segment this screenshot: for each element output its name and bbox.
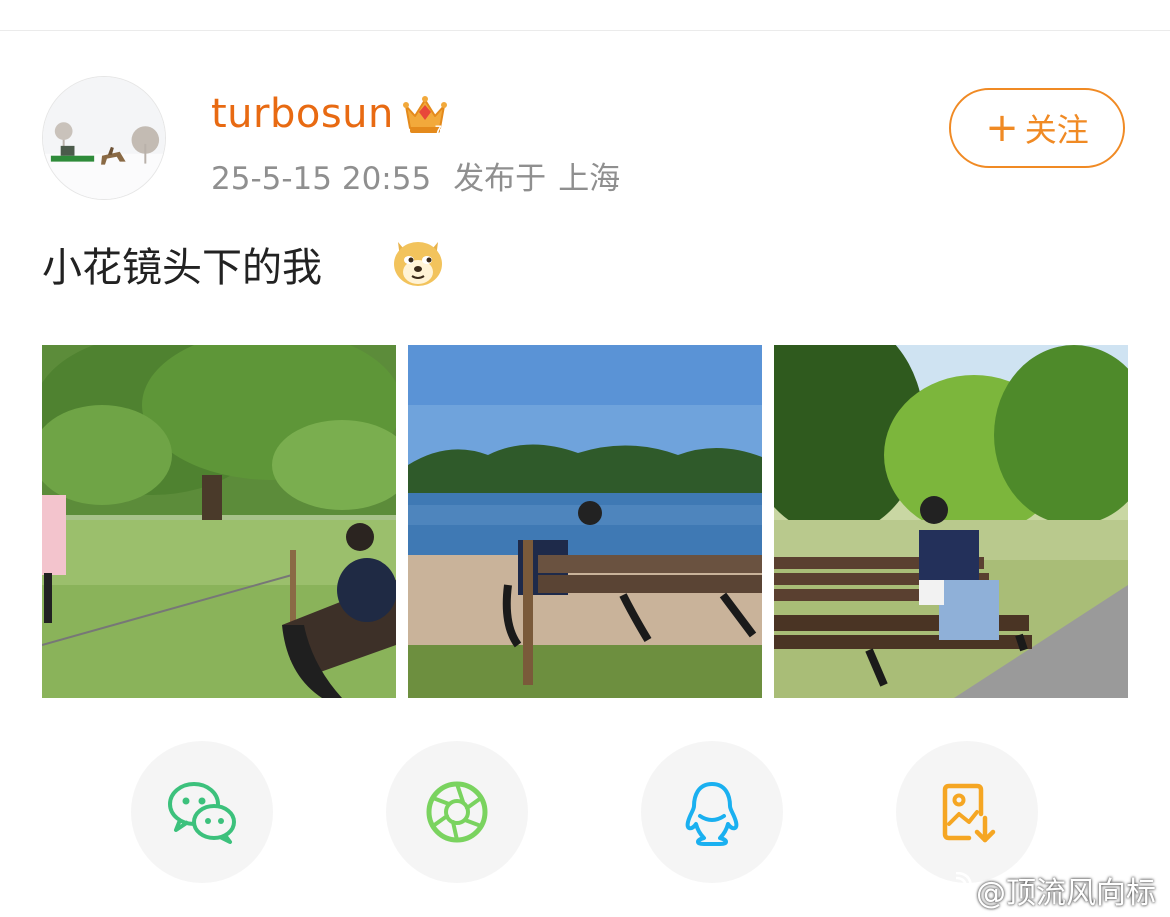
moments-icon xyxy=(426,781,488,843)
wechat-icon xyxy=(168,782,236,844)
qq-icon xyxy=(685,782,739,846)
plus-icon: + xyxy=(985,105,1019,151)
share-qq-button[interactable] xyxy=(641,741,783,883)
top-divider xyxy=(0,30,1170,31)
weibo-post-page: turbosun 7 25-5-15 20:55 发布于 上海 + 关注 小花镜头下… xyxy=(0,0,1170,917)
avatar-snow-sleigh-image xyxy=(43,77,165,199)
weibo-logo-icon xyxy=(928,872,972,907)
username[interactable]: turbosun xyxy=(211,88,394,140)
crown-icon: 7 xyxy=(403,96,447,136)
share-moments-button[interactable] xyxy=(386,741,528,883)
photo-lake-bench xyxy=(408,345,762,698)
save-image-icon xyxy=(942,783,996,843)
post-photo-1[interactable] xyxy=(42,345,396,698)
watermark: @顶流风向标 xyxy=(928,868,1156,912)
photo-park-tree-bench xyxy=(42,345,396,698)
post-timestamp: 25-5-15 20:55 xyxy=(211,161,432,197)
post-location: 上海 xyxy=(558,161,621,197)
post-photo-2[interactable] xyxy=(408,345,762,698)
photo-park-bench-trees xyxy=(774,345,1128,698)
post-text: 小花镜头下的我 xyxy=(42,245,322,291)
watermark-text: @顶流风向标 xyxy=(976,876,1156,911)
follow-button[interactable]: + 关注 xyxy=(949,88,1125,168)
follow-button-label: 关注 xyxy=(1024,111,1089,149)
share-wechat-button[interactable] xyxy=(131,741,273,883)
location-prefix: 发布于 xyxy=(453,161,547,197)
svg-text:7: 7 xyxy=(435,123,442,136)
save-image-button[interactable] xyxy=(896,741,1038,883)
avatar[interactable] xyxy=(42,76,166,200)
doge-emoji-icon xyxy=(394,242,442,286)
post-photo-3[interactable] xyxy=(774,345,1128,698)
post-meta: 25-5-15 20:55 发布于 上海 xyxy=(211,156,642,202)
